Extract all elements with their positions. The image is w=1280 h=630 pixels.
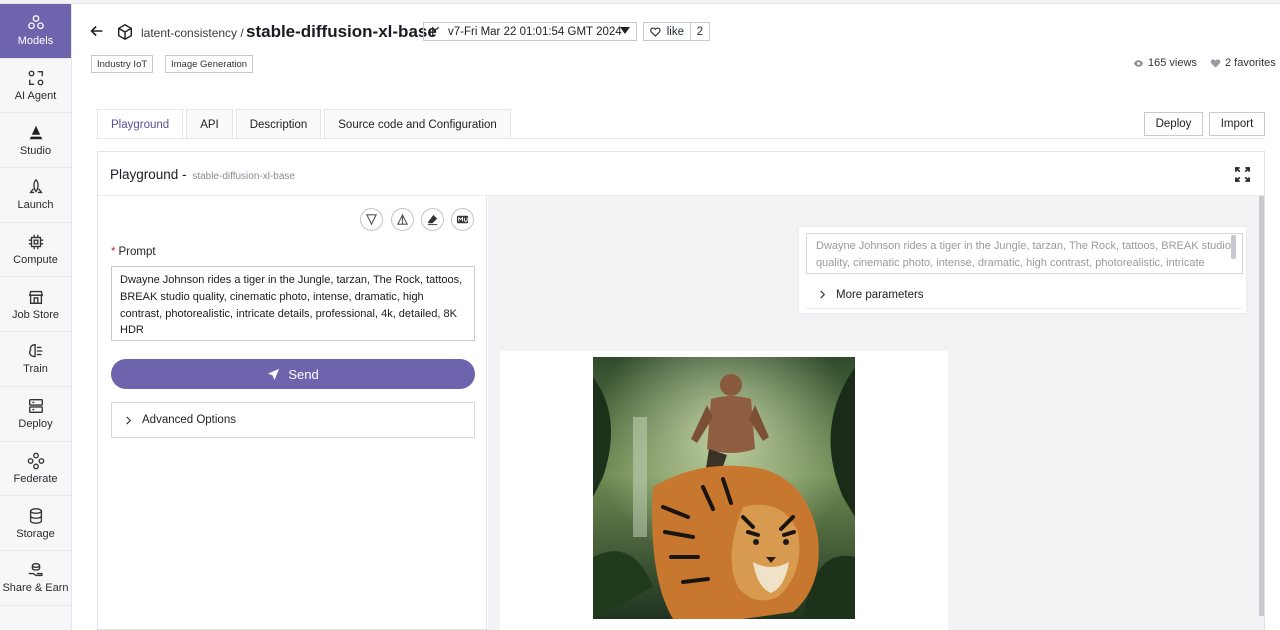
heart-icon — [1210, 58, 1221, 68]
funnel-icon — [365, 214, 378, 226]
playground-panel: Playground - stable-diffusion-xl-base * P… — [97, 151, 1265, 630]
tab-api[interactable]: API — [186, 109, 233, 139]
heart-icon — [650, 26, 661, 37]
cube-icon — [117, 23, 133, 41]
markdown-icon — [456, 215, 469, 224]
database-icon — [29, 507, 42, 524]
sidebar-item-studio[interactable]: Studio — [0, 113, 71, 169]
required-marker: * — [111, 246, 116, 258]
send-button[interactable]: Send — [111, 359, 475, 389]
views-count: 165 views — [1133, 57, 1197, 69]
prompt-preview-field[interactable]: Dwayne Johnson rides a tiger in the Jung… — [806, 233, 1243, 274]
sidebar: Models AI Agent Studio Launch Compute Jo… — [0, 4, 72, 630]
like-count: 2 — [696, 25, 704, 38]
eraser-icon — [427, 214, 438, 226]
sidebar-item-ai-agent[interactable]: AI Agent — [0, 59, 71, 114]
sidebar-item-storage[interactable]: Storage — [0, 496, 71, 551]
advanced-options-toggle[interactable]: Advanced Options — [111, 402, 475, 438]
prompt-label: * Prompt — [111, 246, 156, 258]
deploy-button[interactable]: Deploy — [1144, 112, 1203, 136]
chevron-right-icon — [820, 290, 826, 299]
triangle-icon — [396, 213, 409, 225]
scrollbar[interactable] — [1259, 196, 1264, 616]
tag-industry-iot[interactable]: Industry IoT — [91, 55, 154, 73]
share-earn-icon — [28, 563, 43, 577]
sidebar-item-label: Compute — [13, 254, 58, 267]
more-parameters-toggle[interactable]: More parameters — [806, 281, 1243, 309]
top-bar — [0, 0, 1280, 4]
scrollbar[interactable] — [1231, 235, 1236, 259]
breadcrumb-owner[interactable]: latent-consistency / — [141, 26, 244, 40]
sidebar-item-job-store[interactable]: Job Store — [0, 277, 71, 333]
expand-icon[interactable] — [1235, 167, 1250, 182]
tab-divider — [97, 138, 1265, 139]
send-icon — [268, 368, 280, 380]
studio-icon — [29, 125, 42, 140]
sidebar-item-label: Models — [17, 35, 54, 48]
parameters-card: Dwayne Johnson rides a tiger in the Jung… — [798, 226, 1247, 314]
federate-icon — [27, 452, 44, 470]
ai-agent-icon — [28, 70, 43, 86]
sidebar-item-label: Job Store — [11, 308, 60, 321]
like-control[interactable]: like 2 — [643, 22, 710, 41]
back-arrow-icon[interactable] — [88, 22, 106, 40]
input-column: * Prompt Dwayne Johnson rides a tiger in … — [98, 196, 487, 630]
sidebar-item-models[interactable]: Models — [0, 4, 71, 59]
sidebar-item-label: Studio — [19, 144, 52, 157]
prompt-textarea[interactable]: Dwayne Johnson rides a tiger in the Jung… — [111, 266, 475, 341]
server-icon — [28, 399, 43, 414]
tab-playground[interactable]: Playground — [97, 109, 184, 139]
playground-title: Playground - stable-diffusion-xl-base — [110, 167, 295, 182]
sidebar-item-federate[interactable]: Federate — [0, 442, 71, 497]
sidebar-item-deploy[interactable]: Deploy — [0, 387, 71, 442]
sidebar-item-label: Share & Earn — [2, 582, 69, 595]
brain-icon — [28, 344, 42, 358]
sidebar-item-label: Launch — [17, 199, 54, 212]
sidebar-item-label: Train — [23, 363, 48, 376]
generated-image[interactable] — [593, 357, 855, 619]
result-image-card — [500, 351, 948, 630]
sidebar-item-label: Federate — [13, 472, 58, 485]
eraser-tool-button[interactable] — [421, 208, 444, 231]
eye-icon — [1133, 59, 1144, 67]
tag-image-generation[interactable]: Image Generation — [165, 55, 254, 73]
tab-source-code[interactable]: Source code and Configuration — [324, 109, 511, 139]
output-column: Dwayne Johnson rides a tiger in the Jung… — [488, 196, 1264, 630]
models-icon — [27, 15, 44, 30]
sidebar-item-train[interactable]: Train — [0, 332, 71, 387]
sidebar-item-share-earn[interactable]: Share & Earn — [0, 551, 71, 606]
filter-tool-button[interactable] — [360, 208, 383, 231]
tab-bar: Playground API Description Source code a… — [97, 109, 514, 139]
like-button[interactable]: like — [644, 23, 691, 40]
version-select[interactable]: v7-Fri Mar 22 01:01:54 GMT 2024 — [423, 22, 637, 41]
version-label: v7-Fri Mar 22 01:01:54 GMT 2024 — [448, 25, 622, 38]
favorites-count: 2 favorites — [1210, 57, 1276, 69]
markdown-tool-button[interactable] — [451, 208, 474, 231]
chip-icon — [28, 234, 43, 250]
chevron-right-icon — [126, 415, 132, 425]
chevron-down-icon — [620, 27, 630, 34]
page-title: stable-diffusion-xl-base — [246, 22, 437, 41]
store-icon — [28, 290, 43, 304]
sidebar-item-compute[interactable]: Compute — [0, 223, 71, 278]
import-button[interactable]: Import — [1209, 112, 1265, 136]
branch-icon — [432, 26, 439, 37]
sidebar-item-label: Storage — [16, 527, 55, 540]
rocket-icon — [28, 179, 43, 194]
sidebar-item-label: AI Agent — [14, 90, 57, 103]
shape-tool-button[interactable] — [391, 208, 414, 231]
tab-description[interactable]: Description — [235, 109, 322, 139]
sidebar-item-launch[interactable]: Launch — [0, 168, 71, 223]
playground-subtitle: stable-diffusion-xl-base — [192, 171, 295, 182]
sidebar-item-label: Deploy — [18, 418, 53, 431]
